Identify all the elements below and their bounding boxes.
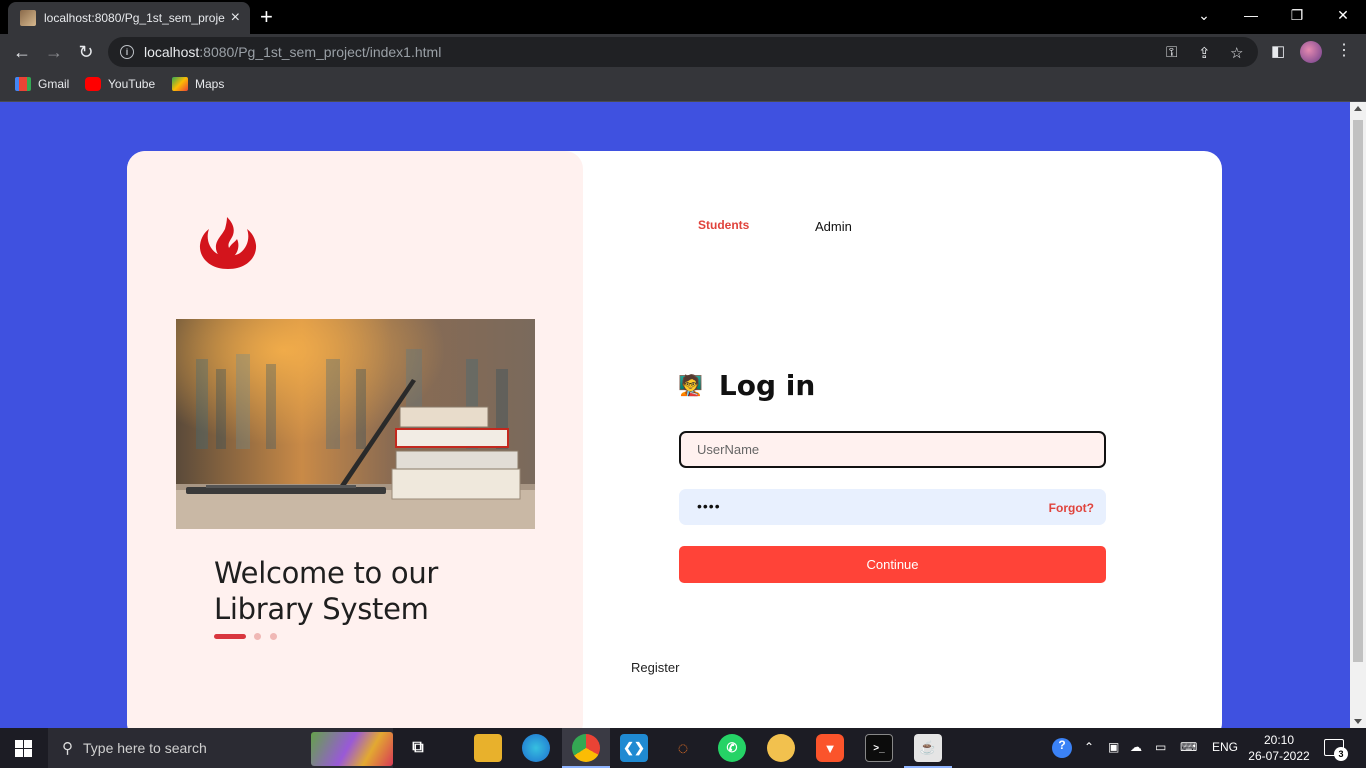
tab-search-chevron-icon[interactable]: ⌄	[1181, 0, 1227, 30]
file-explorer-icon[interactable]	[474, 734, 502, 762]
tab-admin[interactable]: Admin	[815, 219, 852, 234]
edge-icon[interactable]	[522, 734, 550, 762]
tab-close-icon[interactable]: ×	[231, 10, 240, 26]
gmail-icon	[15, 77, 31, 91]
onedrive-cloud-icon[interactable]: ☁	[1130, 740, 1142, 754]
username-input[interactable]	[679, 431, 1106, 468]
carousel-dot-active[interactable]	[214, 634, 246, 639]
profile-avatar[interactable]	[1300, 41, 1322, 63]
maps-icon	[172, 77, 188, 91]
taskbar-clock[interactable]: 20:10 26-07-2022	[1248, 732, 1310, 764]
menu-kebab-icon[interactable]: ⋮	[1336, 40, 1352, 60]
password-key-icon[interactable]: ⚿	[1166, 44, 1177, 61]
reload-icon[interactable]: ↻	[74, 40, 98, 64]
scrollbar-thumb[interactable]	[1353, 120, 1363, 662]
forgot-password-link[interactable]: Forgot?	[1049, 501, 1094, 515]
tab-students[interactable]: Students	[698, 218, 749, 232]
close-window-icon[interactable]: ✕	[1320, 0, 1366, 30]
keyboard-icon[interactable]: ⌨	[1180, 740, 1197, 754]
youtube-icon	[85, 77, 101, 91]
login-heading: 🧑‍🏫 Log in	[678, 369, 815, 402]
scroll-up-icon[interactable]	[1354, 106, 1362, 111]
carousel-dot[interactable]	[254, 633, 261, 640]
back-arrow-icon[interactable]: ←	[10, 40, 34, 64]
meet-now-icon[interactable]: ▣	[1108, 740, 1119, 754]
chrome-icon[interactable]	[572, 734, 600, 762]
brave-icon[interactable]: ▼	[816, 734, 844, 762]
browser-toolbar: ← → ↻ i localhost:8080/Pg_1st_sem_projec…	[0, 34, 1366, 70]
taskbar-search-placeholder: Type here to search	[83, 740, 207, 756]
continue-button[interactable]: Continue	[679, 546, 1106, 583]
forward-arrow-icon[interactable]: →	[42, 40, 66, 64]
bookmark-youtube[interactable]: YouTube	[85, 77, 155, 91]
whatsapp-icon[interactable]: ✆	[718, 734, 746, 762]
page-scrollbar[interactable]	[1350, 102, 1366, 728]
tray-chevron-icon[interactable]: ⌃	[1084, 740, 1094, 754]
vscode-icon[interactable]: ❮❯	[620, 734, 648, 762]
help-icon[interactable]: ?	[1052, 738, 1072, 758]
bookmark-maps[interactable]: Maps	[172, 77, 224, 91]
password-value: ••••	[697, 498, 721, 514]
site-info-icon[interactable]: i	[120, 45, 134, 59]
taskbar-search-box[interactable]: ⚲ Type here to search	[48, 728, 393, 768]
welcome-panel: Welcome to our Library System	[127, 151, 583, 728]
welcome-heading: Welcome to our Library System	[214, 556, 439, 626]
java-icon[interactable]: ☕	[914, 734, 942, 762]
language-indicator[interactable]: ENG	[1212, 740, 1238, 754]
bookmark-gmail[interactable]: Gmail	[15, 77, 69, 91]
scroll-down-icon[interactable]	[1354, 719, 1362, 724]
share-icon[interactable]: ⇪	[1198, 44, 1211, 62]
address-bar[interactable]: i localhost:8080/Pg_1st_sem_project/inde…	[108, 37, 1258, 67]
browser-tab[interactable]: localhost:8080/Pg_1st_sem_proje ×	[8, 2, 250, 34]
browser-title-bar: localhost:8080/Pg_1st_sem_proje × + ⌄ — …	[0, 0, 1366, 34]
login-title: Log in	[718, 369, 816, 402]
battery-icon[interactable]: ▭	[1155, 740, 1166, 754]
minimize-icon[interactable]: —	[1228, 0, 1274, 30]
library-books-image	[176, 319, 535, 529]
windows-start-icon[interactable]	[15, 740, 32, 757]
register-link[interactable]: Register	[631, 660, 679, 675]
teacher-emoji-icon: 🧑‍🏫	[678, 375, 703, 397]
notification-count-badge: 3	[1334, 747, 1348, 761]
login-card: Welcome to our Library System Students A…	[127, 151, 1222, 728]
pet-app-icon[interactable]	[767, 734, 795, 762]
bookmarks-bar: Gmail YouTube Maps	[0, 70, 1366, 102]
bookmark-star-icon[interactable]: ☆	[1230, 44, 1243, 62]
page-viewport: Welcome to our Library System Students A…	[0, 102, 1350, 728]
page-favicon-icon	[20, 10, 36, 26]
side-panel-icon[interactable]: ◧	[1271, 42, 1285, 60]
new-tab-icon[interactable]: +	[260, 6, 273, 28]
windows-taskbar: ⚲ Type here to search ⧉ ❮❯ ◌ ✆ ▼ >_ ☕ ? …	[0, 728, 1366, 768]
jupyter-icon[interactable]: ◌	[669, 734, 697, 762]
carousel-indicators	[214, 633, 286, 640]
task-view-icon[interactable]: ⧉	[404, 734, 432, 762]
university-logo-icon	[199, 217, 257, 269]
search-icon: ⚲	[62, 740, 73, 757]
password-field[interactable]: •••• Forgot?	[679, 489, 1106, 525]
restore-icon[interactable]: ❐	[1274, 0, 1320, 30]
terminal-icon[interactable]: >_	[865, 734, 893, 762]
search-highlight-art-icon	[311, 732, 393, 766]
carousel-dot[interactable]	[270, 633, 277, 640]
url-text: localhost:8080/Pg_1st_sem_project/index1…	[144, 44, 442, 60]
tab-title: localhost:8080/Pg_1st_sem_proje	[44, 11, 225, 25]
